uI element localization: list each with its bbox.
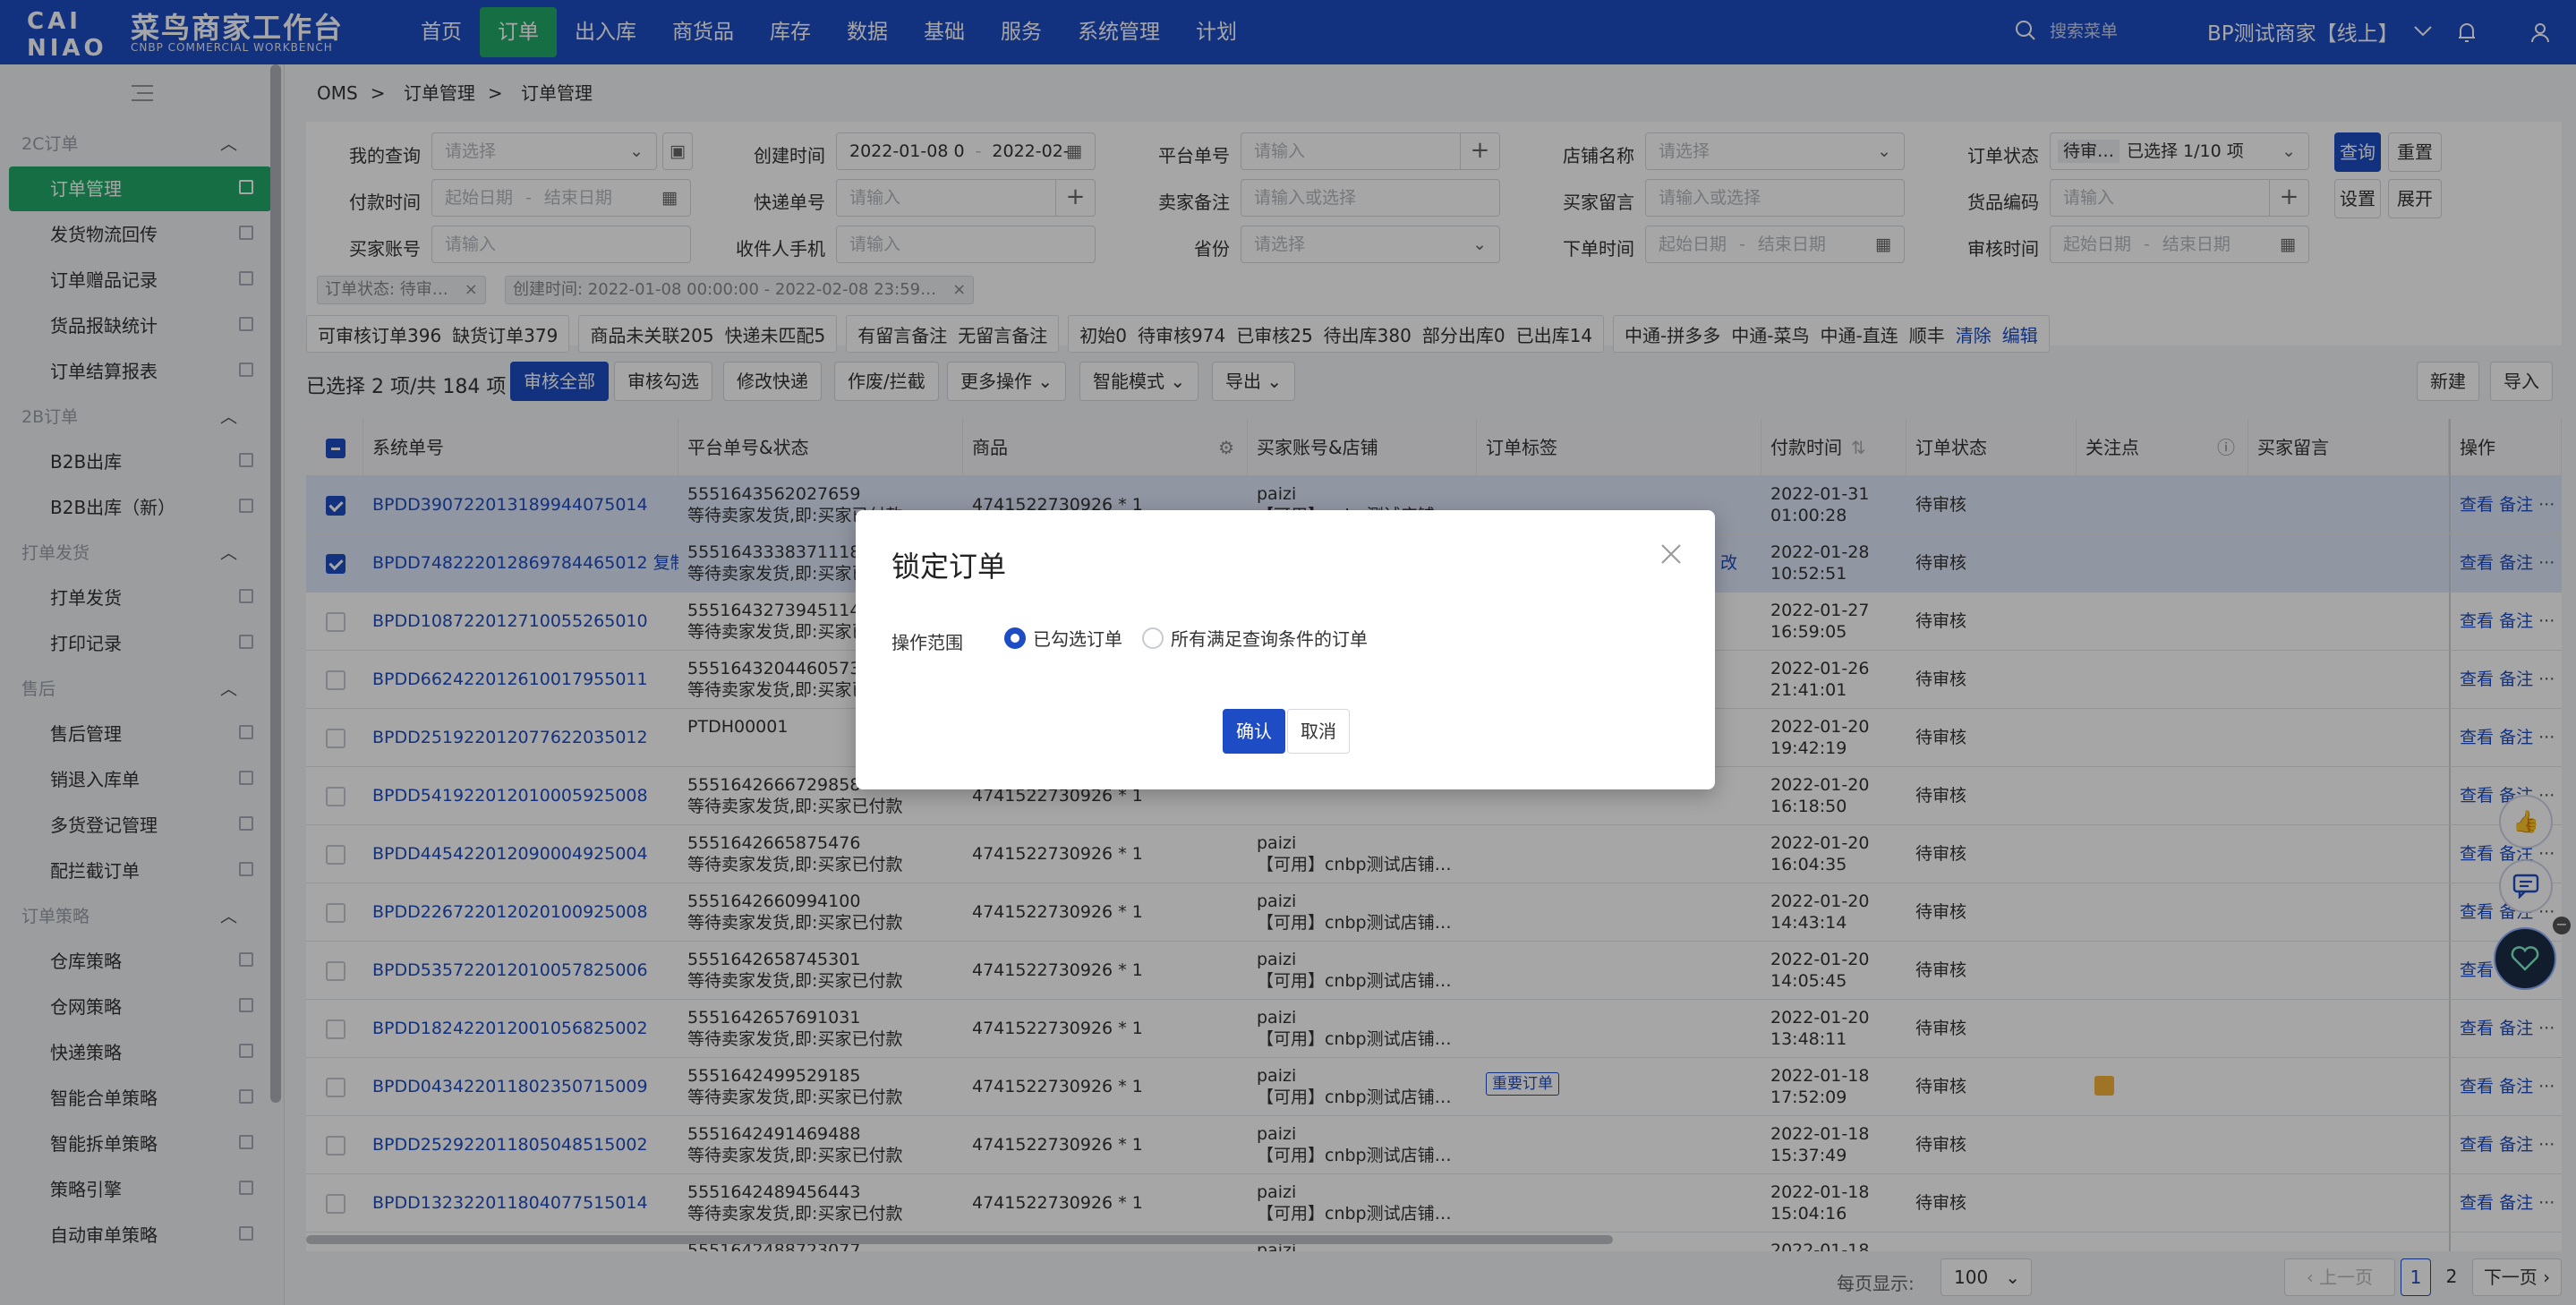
radio-dot-checked[interactable] bbox=[1004, 627, 1026, 649]
close-icon[interactable] bbox=[1659, 542, 1683, 566]
lock-order-dialog: 锁定订单 操作范围 已勾选订单 所有满足查询条件的订单 确认 取消 bbox=[856, 510, 1715, 789]
dialog-title: 锁定订单 bbox=[891, 550, 1007, 584]
confirm-button[interactable]: 确认 bbox=[1223, 709, 1285, 754]
radio-label: 所有满足查询条件的订单 bbox=[1171, 628, 1368, 650]
radio-all-matching-orders[interactable]: 所有满足查询条件的订单 bbox=[1142, 625, 1368, 651]
radio-selected-orders[interactable]: 已勾选订单 bbox=[1004, 625, 1122, 651]
scope-label: 操作范围 bbox=[891, 632, 963, 653]
cancel-button[interactable]: 取消 bbox=[1287, 709, 1350, 754]
radio-label: 已勾选订单 bbox=[1033, 628, 1122, 650]
radio-dot[interactable] bbox=[1142, 627, 1164, 649]
